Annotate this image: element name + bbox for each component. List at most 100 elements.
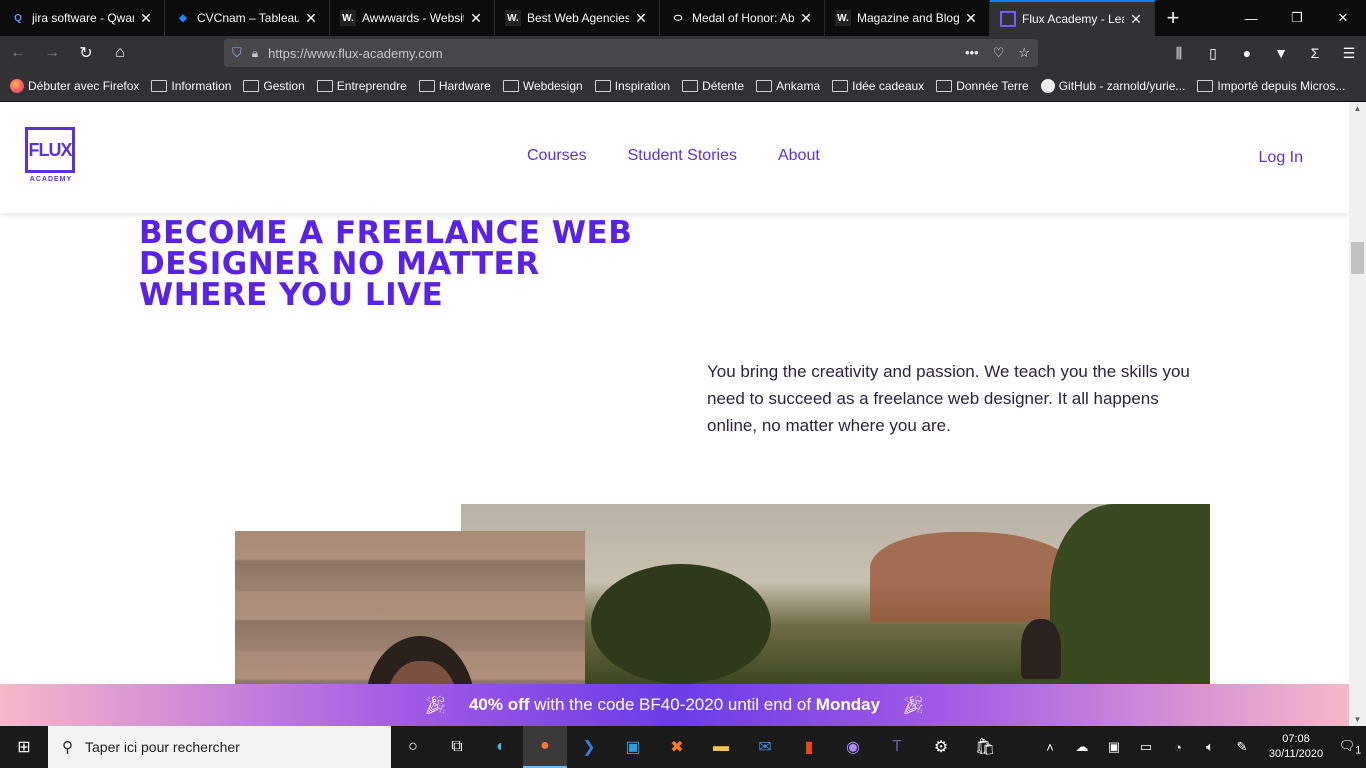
tab-3[interactable]: W. Best Web Agencies ✕ xyxy=(495,0,660,36)
tray-app-icon[interactable]: ▣ xyxy=(1098,739,1130,755)
vue-devtools-icon[interactable]: ▼ xyxy=(1264,45,1298,61)
flux-academy-logo[interactable]: FLUX ACADEMY xyxy=(25,127,77,187)
promo-banner[interactable]: 🎉︎ 40% off with the code BF40-2020 until… xyxy=(0,684,1349,726)
hero-description: You bring the creativity and passion. We… xyxy=(707,362,1190,435)
scroll-down-arrow-icon[interactable]: ▼ xyxy=(1349,715,1366,724)
settings-gear-icon[interactable]: ⚙ xyxy=(919,726,963,768)
teams-icon[interactable]: T xyxy=(875,726,919,768)
taskbar-search[interactable]: ⚲ Taper ici pour rechercher xyxy=(48,726,391,768)
window-controls: — ❐ ✕ xyxy=(1228,0,1366,36)
wifi-icon[interactable]: ◔ xyxy=(1162,740,1194,755)
scroll-up-arrow-icon[interactable]: ▲ xyxy=(1349,104,1366,113)
close-window-icon[interactable]: ✕ xyxy=(1320,0,1366,36)
bookmark-item[interactable]: GitHub - zarnold/yurie... xyxy=(1040,78,1185,93)
close-icon[interactable]: ✕ xyxy=(633,10,649,27)
bookmark-folder[interactable]: Détente xyxy=(682,79,744,93)
tab-title: Best Web Agencies xyxy=(527,11,629,25)
toolbar-right: ⫼ ▯ ● ▼ Ʃ ☰ xyxy=(1162,36,1366,70)
tab-2[interactable]: W. Awwwards - Website ✕ xyxy=(330,0,495,36)
xampp-icon[interactable]: ✖ xyxy=(655,726,699,768)
promo-percent: 40% off xyxy=(468,695,530,714)
library-icon[interactable]: ⫼ xyxy=(1162,45,1196,62)
firefox-icon[interactable]: ● xyxy=(523,726,567,768)
folder-icon xyxy=(756,79,773,92)
close-icon[interactable]: ✕ xyxy=(963,10,979,27)
reload-icon[interactable]: ↻ xyxy=(70,37,102,69)
login-link[interactable]: Log In xyxy=(1259,149,1303,167)
folder-icon xyxy=(832,79,849,92)
file-explorer-icon[interactable]: ▬ xyxy=(699,726,743,768)
tab-6-active[interactable]: Flux Academy - Learn ✕ xyxy=(990,0,1155,36)
bookmark-folder[interactable]: Donnée Terre xyxy=(936,79,1029,93)
pocket-icon[interactable]: ♡ xyxy=(993,45,1005,61)
close-icon[interactable]: ✕ xyxy=(303,10,319,27)
windows-start-icon[interactable]: ⊞ xyxy=(0,726,48,768)
page-scrollbar[interactable]: ▲ ▼ xyxy=(1349,102,1366,726)
translate-icon[interactable]: Ʃ xyxy=(1298,45,1332,61)
bookmark-folder[interactable]: Importé depuis Micros... xyxy=(1197,79,1345,93)
page-actions-icon[interactable]: ••• xyxy=(965,45,979,61)
bookmark-label: Webdesign xyxy=(522,78,583,93)
bookmark-folder[interactable]: Hardware xyxy=(418,79,491,93)
bookmark-folder[interactable]: Ankama xyxy=(756,79,820,93)
chevron-up-icon[interactable]: ˄ xyxy=(1034,740,1066,755)
awwwards-icon: W. xyxy=(505,10,521,26)
extension-icon[interactable]: ● xyxy=(1230,45,1264,61)
back-arrow-icon[interactable]: ← xyxy=(2,37,34,69)
mail-icon[interactable]: ✉ xyxy=(743,726,787,768)
close-icon[interactable]: ✕ xyxy=(468,10,484,27)
tab-1[interactable]: ◆ CVCnam – Tableau - Jira ✕ xyxy=(165,0,330,36)
system-tray: ˄ ☁ ▣ ▭ ◔ 🔈︎ ✎ 07:08 30/11/2020 🗨︎1 xyxy=(1034,726,1366,768)
tab-5[interactable]: W. Magazine and Blog ✕ xyxy=(825,0,990,36)
clock[interactable]: 07:08 30/11/2020 xyxy=(1258,732,1334,762)
minimize-icon[interactable]: — xyxy=(1228,0,1274,36)
bookmark-label: Inspiration xyxy=(614,78,671,93)
url-bar[interactable]: ⛉ 🔒︎ https://www.flux-academy.com ••• ♡ … xyxy=(224,39,1038,67)
home-icon[interactable]: ⌂ xyxy=(104,37,136,69)
nav-courses[interactable]: Courses xyxy=(527,147,587,165)
volume-icon[interactable]: 🔈︎ xyxy=(1194,739,1226,755)
bookmark-label: Débuter avec Firefox xyxy=(28,78,140,93)
bookmark-folder[interactable]: Inspiration xyxy=(594,78,671,93)
bookmark-star-icon[interactable]: ☆ xyxy=(1018,45,1030,61)
powershell-icon[interactable]: ❯ xyxy=(567,726,611,768)
close-icon[interactable]: ✕ xyxy=(138,10,154,27)
shield-icon[interactable]: ⛉ xyxy=(232,45,242,61)
tab-4[interactable]: ⬭ Medal of Honor: Above ✕ xyxy=(660,0,825,36)
battery-icon[interactable]: ▭ xyxy=(1130,739,1162,755)
bookmarks-toolbar: Débuter avec Firefox Information Gestion… xyxy=(0,70,1366,102)
office-icon[interactable]: ▮ xyxy=(787,726,831,768)
tab-0[interactable]: Qjira software - Qwant ✕ xyxy=(0,0,165,36)
onedrive-icon[interactable]: ☁ xyxy=(1066,739,1098,755)
folder-icon xyxy=(502,79,519,92)
github-desktop-icon[interactable]: ◉ xyxy=(831,726,875,768)
bookmark-folder[interactable]: Gestion xyxy=(243,79,305,93)
edge-icon[interactable]: ◐ xyxy=(479,726,523,768)
sidebar-icon[interactable]: ▯ xyxy=(1196,45,1230,62)
folder-icon xyxy=(243,79,260,92)
cortana-icon[interactable]: ○ xyxy=(391,726,435,768)
restore-icon[interactable]: ❐ xyxy=(1274,0,1320,36)
forward-arrow-icon[interactable]: → xyxy=(36,37,68,69)
menu-icon[interactable]: ☰ xyxy=(1332,45,1366,62)
store-icon[interactable]: 🛍︎ xyxy=(963,726,1007,768)
scroll-thumb[interactable] xyxy=(1351,242,1364,274)
url-text[interactable]: https://www.flux-academy.com xyxy=(268,46,443,61)
bookmark-folder[interactable]: Entreprendre xyxy=(316,79,407,93)
intellij-icon[interactable]: ▣ xyxy=(611,726,655,768)
github-icon xyxy=(1040,78,1055,93)
close-icon[interactable]: ✕ xyxy=(1128,11,1144,28)
new-tab-button[interactable]: + xyxy=(1155,0,1191,36)
nav-about[interactable]: About xyxy=(778,147,820,165)
tab-title: Medal of Honor: Above xyxy=(692,11,794,25)
nav-student-stories[interactable]: Student Stories xyxy=(628,147,737,165)
bookmark-folder[interactable]: Information xyxy=(151,79,231,93)
task-view-icon[interactable]: ⧉ xyxy=(435,726,479,768)
bookmark-folder[interactable]: Idée cadeaux xyxy=(832,79,924,93)
notification-icon[interactable]: 🗨︎1 xyxy=(1334,738,1366,757)
lock-icon[interactable]: 🔒︎ xyxy=(252,46,258,61)
bookmark-folder[interactable]: Webdesign xyxy=(502,78,583,93)
pen-icon[interactable]: ✎ xyxy=(1226,739,1258,755)
close-icon[interactable]: ✕ xyxy=(798,10,814,27)
bookmark-item[interactable]: Débuter avec Firefox xyxy=(10,78,140,93)
